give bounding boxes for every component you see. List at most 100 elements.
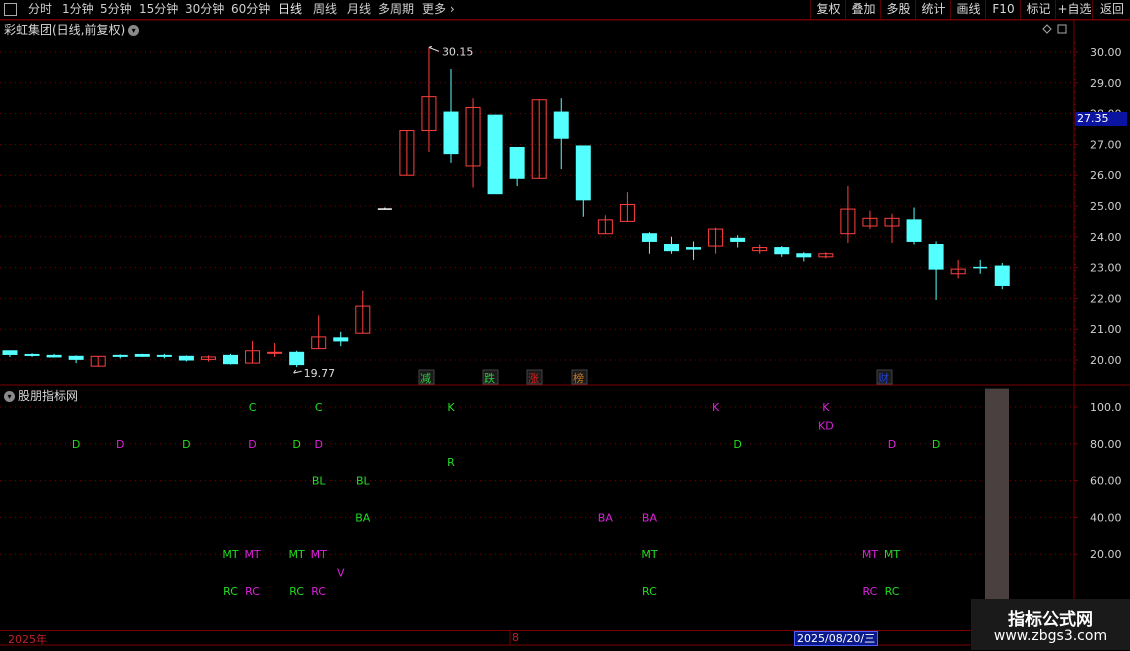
candle-body — [68, 355, 84, 360]
signal-label: C — [249, 401, 257, 414]
candle-body — [46, 354, 62, 358]
signal-label: D — [733, 438, 741, 451]
low-arrow — [293, 369, 302, 374]
event-tag: 跌 — [484, 371, 495, 385]
price-axis-label: 25.00 — [1090, 200, 1122, 213]
price-axis-label: 23.00 — [1090, 262, 1122, 275]
price-axis-label: 30.00 — [1090, 46, 1122, 59]
candle-body — [223, 354, 238, 365]
candle-body — [686, 247, 702, 250]
signal-label: RC — [885, 585, 900, 598]
indicator-axis-label: 60.00 — [1090, 475, 1122, 488]
candle-body — [553, 111, 569, 139]
signal-label: BA — [642, 511, 658, 524]
signal-label: K — [447, 401, 455, 414]
signal-label: D — [292, 438, 300, 451]
signal-label: D — [314, 438, 322, 451]
price-axis-label: 24.00 — [1090, 231, 1122, 244]
signal-label: RC — [311, 585, 326, 598]
candle-body — [730, 237, 746, 242]
candle-body — [575, 145, 591, 201]
indicator-axis-label: 80.00 — [1090, 438, 1122, 451]
signal-label: BL — [356, 475, 371, 488]
signal-label: RC — [245, 585, 260, 598]
low-price-label: 19.77 — [304, 367, 336, 380]
candle-body — [178, 355, 194, 361]
candle-body — [112, 354, 128, 357]
candle-body — [2, 350, 18, 355]
candle-body — [487, 114, 503, 195]
chart-canvas: 30.0029.0028.0027.0026.0025.0024.0023.00… — [0, 19, 1130, 646]
candle-body — [509, 146, 525, 179]
indicator-axis-label: 40.00 — [1090, 511, 1122, 524]
event-tag: 财 — [878, 371, 889, 385]
high-arrow — [428, 45, 440, 52]
signal-label: D — [72, 438, 80, 451]
candle-body — [641, 233, 657, 242]
signal-label: MT — [289, 548, 305, 561]
signal-label: D — [888, 438, 896, 451]
signal-label: MT — [862, 548, 878, 561]
event-tag: 榜 — [573, 371, 584, 385]
candle-body — [24, 353, 40, 356]
high-price-label: 30.15 — [442, 45, 474, 58]
signal-label: K — [712, 401, 720, 414]
signal-label: MT — [244, 548, 260, 561]
year-label: 2025年 — [8, 633, 47, 646]
signal-label: MT — [641, 548, 657, 561]
candle-body — [664, 244, 679, 252]
current-price-tag: 27.35 — [1075, 112, 1127, 126]
indicator-bar — [985, 388, 1009, 630]
diamond-icon — [1042, 24, 1052, 34]
candle-body — [796, 253, 812, 258]
signal-label: BA — [598, 511, 614, 524]
signal-label: BA — [355, 511, 371, 524]
month-label: 8 — [512, 631, 519, 644]
signal-label: BL — [312, 475, 327, 488]
candle-body — [774, 247, 790, 255]
grid-icon — [1057, 24, 1067, 34]
candle-body — [134, 353, 150, 357]
price-axis-label: 22.00 — [1090, 292, 1122, 305]
indicator-axis-label: 100.0 — [1090, 401, 1122, 414]
signal-label: V — [337, 567, 345, 580]
signal-label: MT — [222, 548, 238, 561]
watermark: 指标公式网 www.zbgs3.com — [971, 599, 1130, 650]
signal-label: D — [248, 438, 256, 451]
signal-label: D — [932, 438, 940, 451]
price-axis-label: 29.00 — [1090, 77, 1122, 90]
signal-label: RC — [223, 585, 238, 598]
chart-title[interactable]: 彩虹集团(日线,前复权) ▾ — [4, 21, 140, 38]
price-axis-label: 20.00 — [1090, 354, 1122, 367]
chevron-down-icon[interactable]: ▾ — [4, 391, 15, 402]
signal-label: KD — [818, 419, 834, 432]
price-axis-label: 26.00 — [1090, 169, 1122, 182]
cursor-date: 2025/08/20/三 — [794, 631, 879, 646]
signal-label: D — [116, 438, 124, 451]
watermark-title: 指标公式网 — [1008, 610, 1093, 630]
signal-label: MT — [311, 548, 327, 561]
chart-title-text: 彩虹集团(日线,前复权) — [4, 23, 126, 37]
signal-label: MT — [884, 548, 900, 561]
signal-label: C — [315, 401, 323, 414]
signal-label: RC — [642, 585, 657, 598]
candle-body — [267, 351, 283, 354]
event-tag: 涨 — [528, 372, 539, 385]
candle-body — [906, 219, 922, 242]
time-axis — [0, 630, 1130, 651]
signal-label: RC — [863, 585, 878, 598]
watermark-url: www.zbgs3.com — [993, 628, 1108, 644]
signal-label: D — [182, 438, 190, 451]
chevron-down-icon[interactable]: ▾ — [128, 25, 140, 36]
event-tag: 减 — [420, 372, 431, 385]
price-axis-label: 27.00 — [1090, 138, 1122, 151]
price-axis-label: 21.00 — [1090, 323, 1122, 336]
candle-body — [156, 354, 172, 357]
indicator-axis-label: 20.00 — [1090, 548, 1122, 561]
signal-label: RC — [289, 585, 304, 598]
indicator-title-text: 股朋指标网 — [18, 389, 79, 403]
candle-body — [289, 351, 305, 366]
indicator-title[interactable]: ▾ 股朋指标网 — [4, 387, 78, 404]
candle-body — [333, 337, 349, 342]
signal-label: R — [447, 456, 455, 469]
